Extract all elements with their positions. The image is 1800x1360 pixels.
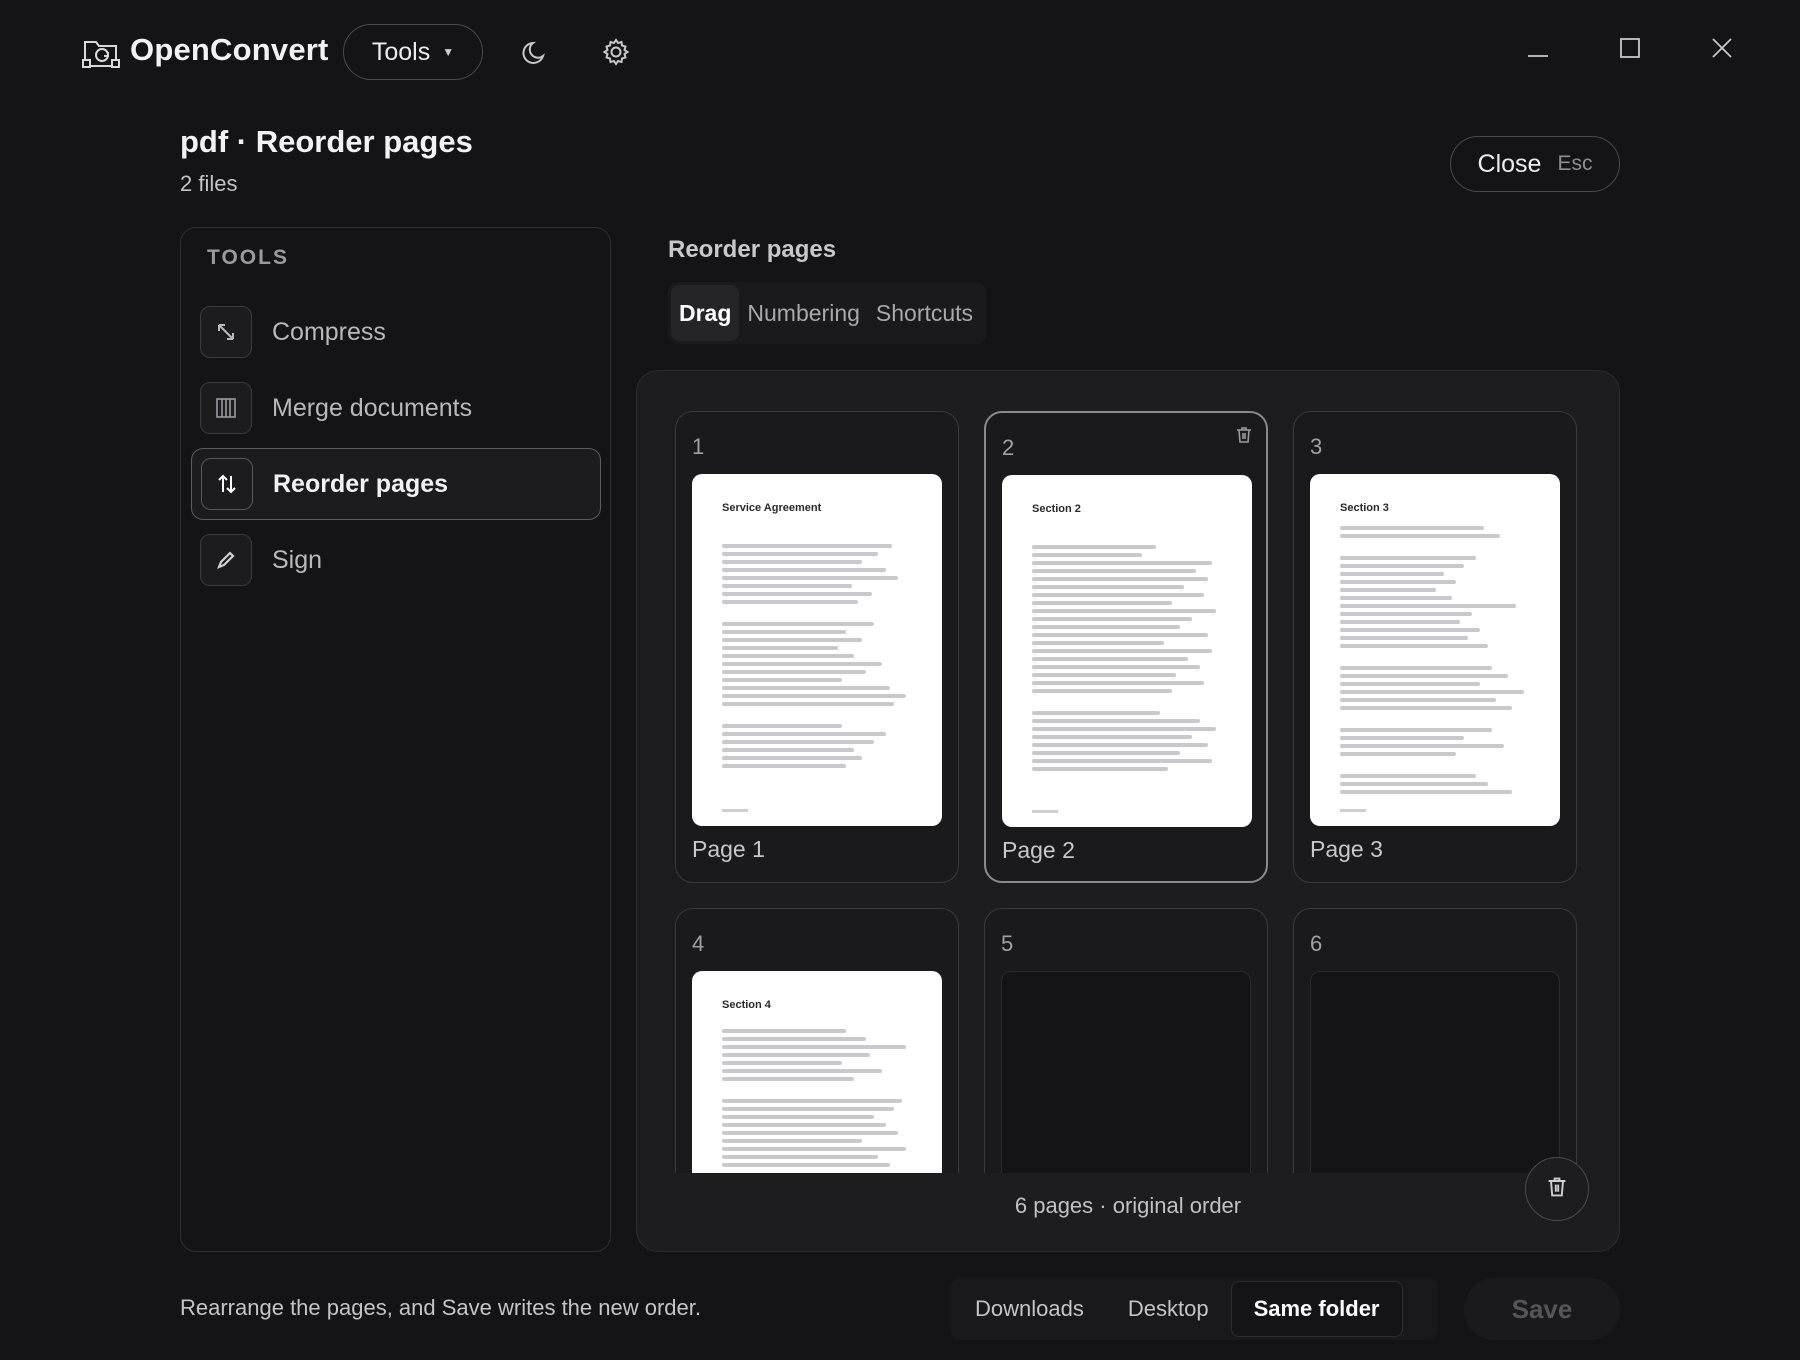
tab-shortcuts[interactable]: Shortcuts: [868, 285, 981, 341]
tools-menu-label: Tools: [371, 37, 431, 66]
sidebar-item-label: Sign: [272, 545, 323, 574]
page-thumbnail: Section 4: [692, 971, 942, 1173]
swap-vertical-icon: [201, 458, 253, 510]
mode-tabs: Drag Numbering Shortcuts: [668, 282, 986, 344]
caret-down-icon: ▼: [442, 45, 455, 59]
sidebar-item-reorder-pages[interactable]: Reorder pages: [191, 448, 601, 520]
moon-icon[interactable]: [514, 30, 558, 74]
tab-numbering[interactable]: Numbering: [739, 285, 868, 341]
page-label: Page 3: [1310, 836, 1383, 862]
close-icon[interactable]: [1700, 26, 1744, 70]
thumbnail-heading: Service Agreement: [722, 502, 822, 514]
page-card[interactable]: 4 Section 4: [675, 908, 959, 1173]
delete-pages-button[interactable]: [1525, 1157, 1589, 1221]
page-number: 4: [692, 931, 705, 956]
footer-hint: Rearrange the pages, and Save writes the…: [180, 1295, 701, 1320]
page-number: 3: [1310, 434, 1323, 459]
destination-desktop[interactable]: Desktop: [1106, 1281, 1231, 1337]
page-thumbnail: Section 3: [1310, 474, 1560, 826]
destination-selector: Downloads Desktop Same folder: [950, 1278, 1438, 1340]
gear-icon[interactable]: [594, 30, 638, 74]
thumbnail-heading: Section 2: [1032, 503, 1081, 515]
pages-grid[interactable]: 1 Service Agreement Page 1 2 Section 2 P…: [675, 411, 1581, 1173]
compress-arrow-icon: [200, 306, 252, 358]
close-button-label: Close: [1477, 149, 1542, 178]
save-button[interactable]: Save: [1464, 1278, 1620, 1340]
file-count: 2 files: [180, 171, 238, 196]
sidebar-item-merge-documents[interactable]: Merge documents: [191, 372, 601, 444]
page-title: pdf · Reorder pages: [180, 124, 473, 159]
maximize-icon[interactable]: [1608, 26, 1652, 70]
page-thumbnail-placeholder: [1310, 971, 1560, 1173]
page-number: 2: [1002, 435, 1015, 460]
trash-icon[interactable]: [1234, 425, 1254, 450]
page-status: 6 pages · original order: [1014, 1193, 1242, 1218]
page-card[interactable]: 1 Service Agreement Page 1: [675, 411, 959, 883]
page-number: 5: [1001, 931, 1014, 956]
page-number: 1: [692, 434, 705, 459]
tools-menu-button[interactable]: Tools ▼: [343, 24, 483, 80]
tab-drag[interactable]: Drag: [671, 285, 740, 341]
page-card[interactable]: 3 Section 3 Page 3: [1293, 411, 1577, 883]
thumbnail-heading: Section 4: [722, 999, 771, 1011]
trash-icon: [1545, 1175, 1569, 1204]
sidebar-item-label: Merge documents: [272, 393, 473, 422]
page-card[interactable]: 5: [984, 908, 1268, 1173]
page-thumbnail-placeholder: [1001, 971, 1251, 1173]
merge-columns-icon: [200, 382, 252, 434]
sidebar-item-compress[interactable]: Compress: [191, 296, 601, 368]
page-card[interactable]: 2 Section 2 Page 2: [984, 411, 1268, 883]
destination-same-folder[interactable]: Same folder: [1230, 1281, 1403, 1337]
page-label: Page 2: [1002, 837, 1075, 863]
section-title: Reorder pages: [668, 236, 837, 263]
page-label: Page 1: [692, 836, 765, 862]
page-number: 6: [1310, 931, 1323, 956]
sidebar-item-label: Reorder pages: [273, 469, 449, 498]
pages-panel: 1 Service Agreement Page 1 2 Section 2 P…: [636, 370, 1620, 1252]
page-card[interactable]: 6: [1293, 908, 1577, 1173]
app-logo-icon: [82, 34, 120, 70]
close-button[interactable]: Close Esc: [1450, 136, 1620, 192]
sidebar-item-sign[interactable]: Sign: [191, 524, 601, 596]
pen-icon: [200, 534, 252, 586]
page-thumbnail: Section 2: [1002, 475, 1252, 827]
page-thumbnail: Service Agreement: [692, 474, 942, 826]
minimize-icon[interactable]: [1516, 26, 1560, 70]
thumbnail-heading: Section 3: [1340, 502, 1389, 514]
destination-downloads[interactable]: Downloads: [953, 1281, 1106, 1337]
tools-sidebar: TOOLS Compress Merge documents Reorder p…: [180, 227, 611, 1252]
sidebar-item-label: Compress: [272, 317, 386, 346]
close-shortcut-hint: Esc: [1557, 152, 1593, 175]
sidebar-heading: TOOLS: [207, 246, 289, 269]
app-name: OpenConvert: [130, 32, 329, 67]
